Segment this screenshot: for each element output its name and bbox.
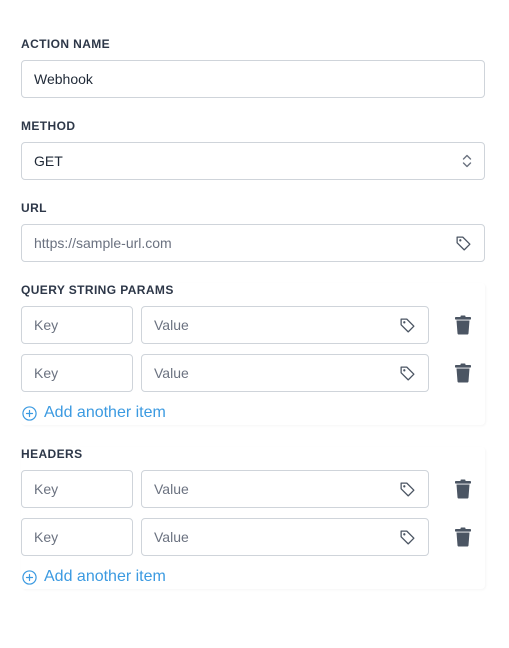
headers-add-button[interactable]: Add another item bbox=[22, 567, 166, 587]
method-select[interactable]: GET bbox=[21, 142, 485, 180]
query-params-label: QUERY STRING PARAMS bbox=[21, 283, 174, 297]
action-name-section: ACTION NAME bbox=[21, 37, 485, 51]
key-placeholder: Key bbox=[34, 481, 59, 497]
action-name-label: ACTION NAME bbox=[21, 37, 111, 51]
key-placeholder: Key bbox=[34, 317, 59, 333]
trash-icon[interactable] bbox=[454, 315, 472, 335]
method-section: METHOD bbox=[21, 119, 485, 133]
action-name-input[interactable]: Webhook bbox=[21, 60, 485, 98]
header-value-input[interactable]: Value bbox=[141, 518, 429, 556]
add-item-label: Add another item bbox=[44, 568, 166, 585]
tag-icon[interactable] bbox=[399, 481, 416, 498]
tag-icon[interactable] bbox=[399, 365, 416, 382]
query-param-key-input[interactable]: Key bbox=[21, 306, 133, 344]
url-input[interactable]: https://sample-url.com bbox=[21, 224, 485, 262]
key-placeholder: Key bbox=[34, 365, 59, 381]
action-name-value: Webhook bbox=[34, 71, 93, 87]
tag-icon[interactable] bbox=[455, 235, 472, 252]
method-value: GET bbox=[34, 153, 63, 169]
value-placeholder: Value bbox=[154, 529, 189, 545]
header-key-input[interactable]: Key bbox=[21, 518, 133, 556]
plus-circle-icon bbox=[22, 405, 37, 421]
select-chevrons-icon bbox=[462, 154, 472, 168]
value-placeholder: Value bbox=[154, 365, 189, 381]
trash-icon[interactable] bbox=[454, 479, 472, 499]
query-param-value-input[interactable]: Value bbox=[141, 306, 429, 344]
tag-icon[interactable] bbox=[399, 317, 416, 334]
add-item-label: Add another item bbox=[44, 404, 166, 421]
header-value-input[interactable]: Value bbox=[141, 470, 429, 508]
key-placeholder: Key bbox=[34, 529, 59, 545]
tag-icon[interactable] bbox=[399, 529, 416, 546]
method-label: METHOD bbox=[21, 119, 76, 133]
trash-icon[interactable] bbox=[454, 363, 472, 383]
plus-circle-icon bbox=[22, 569, 37, 585]
headers-label: HEADERS bbox=[21, 447, 83, 461]
query-param-value-input[interactable]: Value bbox=[141, 354, 429, 392]
url-section: URL bbox=[21, 201, 485, 215]
value-placeholder: Value bbox=[154, 317, 189, 333]
trash-icon[interactable] bbox=[454, 527, 472, 547]
query-param-key-input[interactable]: Key bbox=[21, 354, 133, 392]
query-params-add-button[interactable]: Add another item bbox=[22, 403, 166, 423]
url-label: URL bbox=[21, 201, 47, 215]
url-placeholder: https://sample-url.com bbox=[34, 235, 172, 251]
header-key-input[interactable]: Key bbox=[21, 470, 133, 508]
value-placeholder: Value bbox=[154, 481, 189, 497]
